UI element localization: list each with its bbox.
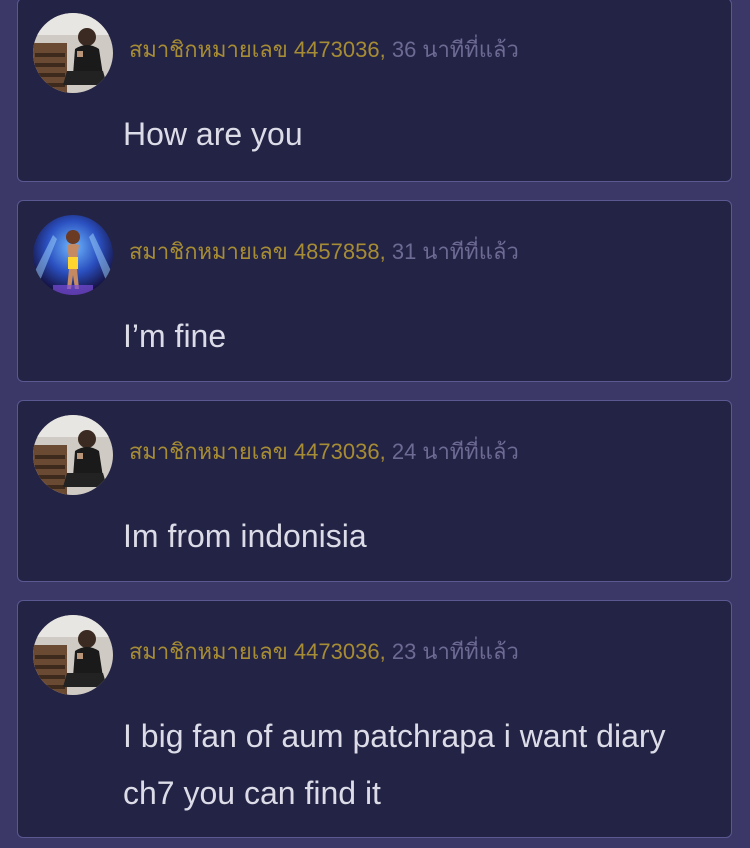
comment-text: How are you bbox=[123, 116, 303, 152]
user-photo-icon bbox=[33, 13, 113, 93]
comment-card: สมาชิกหมายเลข 4473036, 24 นาทีที่แล้ว Im… bbox=[17, 400, 732, 582]
timestamp: 23 นาทีที่แล้ว bbox=[391, 639, 519, 664]
timestamp: 36 นาทีที่แล้ว bbox=[391, 37, 519, 62]
user-photo-icon bbox=[33, 215, 113, 295]
comment-text: I big fan of aum patchrapa i want diary … bbox=[123, 718, 666, 811]
user-photo-icon bbox=[33, 615, 113, 695]
username[interactable]: สมาชิกหมายเลข 4473036 bbox=[129, 37, 380, 62]
comment-feed: สมาชิกหมายเลข 4473036, 36 นาทีที่แล้ว Ho… bbox=[0, 0, 750, 848]
avatar[interactable] bbox=[33, 13, 113, 93]
comment-card: สมาชิกหมายเลข 4473036, 36 นาทีที่แล้ว Ho… bbox=[17, 0, 732, 182]
separator: , bbox=[379, 37, 392, 62]
comment-card: สมาชิกหมายเลข 4473036, 23 นาทีที่แล้ว I … bbox=[17, 600, 732, 838]
timestamp: 24 นาทีที่แล้ว bbox=[391, 439, 519, 464]
username[interactable]: สมาชิกหมายเลข 4473036 bbox=[129, 639, 380, 664]
separator: , bbox=[379, 439, 392, 464]
avatar[interactable] bbox=[33, 615, 113, 695]
avatar[interactable] bbox=[33, 415, 113, 495]
username[interactable]: สมาชิกหมายเลข 4857858 bbox=[129, 239, 380, 264]
comment-card: สมาชิกหมายเลข 4857858, 31 นาทีที่แล้ว I’… bbox=[17, 200, 732, 382]
comment-meta: สมาชิกหมายเลข 4857858, 31 นาทีที่แล้ว bbox=[129, 237, 519, 267]
user-photo-icon bbox=[33, 415, 113, 495]
comment-text: Im from indonisia bbox=[123, 518, 367, 554]
comment-text: I’m fine bbox=[123, 318, 227, 354]
avatar[interactable] bbox=[33, 215, 113, 295]
separator: , bbox=[379, 639, 392, 664]
comment-meta: สมาชิกหมายเลข 4473036, 24 นาทีที่แล้ว bbox=[129, 437, 519, 467]
comment-meta: สมาชิกหมายเลข 4473036, 36 นาทีที่แล้ว bbox=[129, 35, 519, 65]
separator: , bbox=[379, 239, 392, 264]
timestamp: 31 นาทีที่แล้ว bbox=[391, 239, 519, 264]
username[interactable]: สมาชิกหมายเลข 4473036 bbox=[129, 439, 380, 464]
comment-meta: สมาชิกหมายเลข 4473036, 23 นาทีที่แล้ว bbox=[129, 637, 519, 667]
